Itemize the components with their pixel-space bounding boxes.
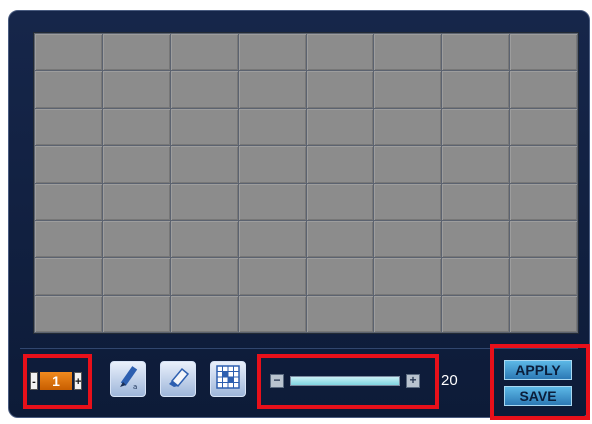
grid-cell[interactable] (35, 71, 102, 108)
grid-cell[interactable] (238, 71, 306, 108)
motion-detection-grid[interactable] (33, 32, 579, 334)
grid-cell[interactable] (374, 295, 442, 332)
grid-cell[interactable] (238, 295, 306, 332)
grid-cell[interactable] (102, 220, 170, 258)
action-buttons-highlight (490, 344, 590, 420)
grid-cell[interactable] (102, 295, 170, 332)
svg-text:a: a (133, 383, 137, 391)
grid-cell[interactable] (306, 220, 374, 258)
grid-cell[interactable] (374, 258, 442, 295)
grid-cell[interactable] (238, 220, 306, 258)
grid-cell[interactable] (35, 220, 102, 258)
grid-cell[interactable] (374, 146, 442, 183)
grid-cell[interactable] (306, 34, 374, 71)
grid-cell[interactable] (374, 220, 442, 258)
grid-cell[interactable] (442, 34, 510, 71)
stepper-highlight (23, 354, 92, 409)
grid-cell[interactable] (442, 146, 510, 183)
sensitivity-value: 20 (441, 372, 458, 389)
grid-cell[interactable] (306, 71, 374, 108)
grid-cell[interactable] (306, 108, 374, 146)
grid-cell[interactable] (170, 71, 238, 108)
grid-cell[interactable] (306, 146, 374, 183)
grid-cell[interactable] (238, 146, 306, 183)
grid-cell[interactable] (102, 146, 170, 183)
grid-cell[interactable] (442, 220, 510, 258)
grid-cell[interactable] (170, 258, 238, 295)
grid-cell[interactable] (510, 258, 577, 295)
grid-cell[interactable] (170, 295, 238, 332)
grid-cell[interactable] (510, 295, 577, 332)
grid-cell[interactable] (374, 71, 442, 108)
grid-cell[interactable] (170, 34, 238, 71)
grid-cell[interactable] (510, 183, 577, 220)
grid-cell[interactable] (510, 108, 577, 146)
grid-cell[interactable] (442, 295, 510, 332)
grid-cell[interactable] (35, 108, 102, 146)
grid-cell[interactable] (442, 108, 510, 146)
grid-cell[interactable] (35, 146, 102, 183)
grid-select-tool-button[interactable] (210, 361, 246, 397)
grid-cell[interactable] (374, 108, 442, 146)
grid-cell[interactable] (170, 108, 238, 146)
grid-cell[interactable] (238, 108, 306, 146)
grid-cell[interactable] (510, 34, 577, 71)
pencil-tool-button[interactable]: a (110, 361, 146, 397)
grid-cell[interactable] (238, 34, 306, 71)
grid-cell[interactable] (442, 258, 510, 295)
grid-cell[interactable] (170, 183, 238, 220)
grid-cell[interactable] (306, 183, 374, 220)
grid-cell[interactable] (306, 295, 374, 332)
grid-cell[interactable] (102, 71, 170, 108)
grid-cell[interactable] (510, 146, 577, 183)
grid-cell[interactable] (374, 183, 442, 220)
grid-cell[interactable] (238, 258, 306, 295)
grid-cell[interactable] (35, 258, 102, 295)
eraser-icon (164, 363, 192, 396)
eraser-tool-button[interactable] (160, 361, 196, 397)
grid-cell[interactable] (35, 183, 102, 220)
grid-cell[interactable] (510, 71, 577, 108)
slider-highlight (257, 354, 439, 409)
grid-cell[interactable] (510, 220, 577, 258)
grid-cell[interactable] (374, 34, 442, 71)
grid-cell[interactable] (102, 34, 170, 71)
grid-cell[interactable] (442, 71, 510, 108)
grid-cell[interactable] (35, 34, 102, 71)
grid-cell[interactable] (170, 220, 238, 258)
grid-cell[interactable] (306, 258, 374, 295)
grid-cell[interactable] (102, 183, 170, 220)
grid-cell[interactable] (35, 295, 102, 332)
grid-cell[interactable] (102, 108, 170, 146)
grid-select-icon (215, 364, 241, 395)
grid-cell[interactable] (102, 258, 170, 295)
pencil-icon: a (114, 363, 142, 396)
grid-cell[interactable] (238, 183, 306, 220)
grid-cell[interactable] (170, 146, 238, 183)
grid-cell[interactable] (442, 183, 510, 220)
